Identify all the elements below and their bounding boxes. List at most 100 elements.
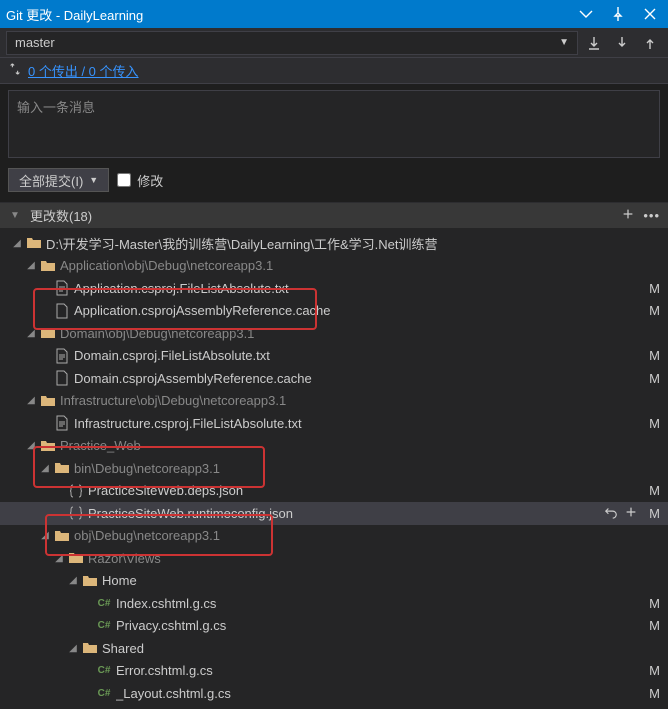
tree-item-label: obj\Debug\netcoreapp3.1 (74, 528, 642, 543)
commit-button-label: 全部提交(I) (19, 171, 83, 190)
branch-selector[interactable]: master ▼ (6, 31, 578, 55)
cs-file-icon: C# (96, 663, 112, 679)
tree-item-label: Home (102, 573, 642, 588)
json-file-icon (68, 505, 84, 521)
tree-file-row[interactable]: C# Privacy.cshtml.g.csM (0, 615, 668, 638)
tree-folder-row[interactable]: ◢ Shared (0, 637, 668, 660)
tree-file-row[interactable]: C# Index.cshtml.g.csM (0, 592, 668, 615)
tree-item-label: PracticeSiteWeb.runtimeconfig.json (88, 506, 604, 521)
tree-file-row[interactable]: C#_Layout.cshtml.g.csM (0, 682, 668, 705)
tree-expander[interactable]: ◢ (24, 394, 38, 408)
section-title: 更改数(18) (30, 206, 92, 225)
tree-folder-row[interactable]: ◢ Home (0, 570, 668, 593)
tree-expander[interactable]: ◢ (66, 641, 80, 655)
stage-icon[interactable] (624, 505, 638, 522)
tree-item-label: Privacy.cshtml.g.cs (116, 618, 642, 633)
file-status: M (642, 416, 660, 431)
tree-file-row[interactable]: Domain.csprojAssemblyReference.cacheM (0, 367, 668, 390)
tree-item-label: _Layout.cshtml.g.cs (116, 686, 642, 701)
sync-icon (8, 62, 22, 79)
section-expander[interactable]: ▼ (8, 209, 22, 223)
tree-file-row[interactable]: PracticeSiteWeb.runtimeconfig.jsonM (0, 502, 668, 525)
chevron-down-icon: ▼ (89, 175, 98, 185)
tree-item-label: Domain\obj\Debug\netcoreapp3.1 (60, 326, 642, 341)
more-icon[interactable]: ••• (643, 208, 660, 223)
folder-icon (82, 640, 98, 656)
tree-item-label: Domain.csprojAssemblyReference.cache (74, 371, 642, 386)
commit-bar: 全部提交(I) ▼ 修改 (0, 164, 668, 196)
file-status: M (642, 618, 660, 633)
tree-folder-row[interactable]: ◢ bin\Debug\netcoreapp3.1 (0, 457, 668, 480)
tree-item-label: Index.cshtml.g.cs (116, 596, 642, 611)
tree-expander[interactable]: ◢ (10, 236, 24, 250)
text-file-icon (54, 348, 70, 364)
tree-expander[interactable]: ◢ (24, 326, 38, 340)
branch-bar: master ▼ (0, 28, 668, 58)
tree-item-label: bin\Debug\netcoreapp3.1 (74, 461, 642, 476)
close-icon[interactable] (638, 2, 662, 26)
folder-icon (40, 438, 56, 454)
folder-icon (40, 393, 56, 409)
amend-checkbox-wrap[interactable]: 修改 (117, 171, 163, 190)
tree-item-label: Application\obj\Debug\netcoreapp3.1 (60, 258, 642, 273)
branch-name: master (15, 35, 55, 50)
text-file-icon (54, 280, 70, 296)
tree-folder-row[interactable]: ◢Razor\Views (0, 547, 668, 570)
tree-expander[interactable]: ◢ (24, 259, 38, 273)
folder-icon (82, 573, 98, 589)
json-file-icon (68, 483, 84, 499)
changes-tree: ◢ D:\开发学习-Master\我的训练营\DailyLearning\工作&学… (0, 228, 668, 709)
file-status: M (642, 483, 660, 498)
generic-file-icon (54, 303, 70, 319)
folder-icon (54, 460, 70, 476)
sync-bar: 0 个传出 / 0 个传入 (0, 58, 668, 84)
tree-file-row[interactable]: Application.csprojAssemblyReference.cach… (0, 300, 668, 323)
tree-expander[interactable]: ◢ (52, 551, 66, 565)
commit-message-input[interactable]: 输入一条消息 (8, 90, 660, 158)
file-status: M (642, 596, 660, 611)
tree-item-label: Domain.csproj.FileListAbsolute.txt (74, 348, 642, 363)
tree-item-label: Practice_Web (60, 438, 642, 453)
tree-expander[interactable]: ◢ (66, 574, 80, 588)
pull-icon[interactable] (610, 31, 634, 55)
amend-checkbox[interactable] (117, 173, 131, 187)
tree-folder-row[interactable]: ◢ Application\obj\Debug\netcoreapp3.1 (0, 255, 668, 278)
stage-all-icon[interactable] (621, 207, 635, 224)
tree-folder-row[interactable]: ◢ Practice_Web (0, 435, 668, 458)
cs-file-icon: C# (96, 595, 112, 611)
titlebar-title: Git 更改 - DailyLearning (6, 5, 143, 24)
amend-label: 修改 (137, 171, 163, 190)
cs-file-icon: C# (96, 618, 112, 634)
folder-icon (40, 325, 56, 341)
file-status: M (642, 281, 660, 296)
changes-section-header[interactable]: ▼ 更改数(18) ••• (0, 202, 668, 228)
tree-file-row[interactable]: Infrastructure.csproj.FileListAbsolute.t… (0, 412, 668, 435)
tree-folder-row[interactable]: ◢Infrastructure\obj\Debug\netcoreapp3.1 (0, 390, 668, 413)
pin-icon[interactable] (606, 2, 630, 26)
dropdown-icon[interactable] (574, 2, 598, 26)
tree-folder-row[interactable]: ◢ D:\开发学习-Master\我的训练营\DailyLearning\工作&学… (0, 232, 668, 255)
fetch-icon[interactable] (582, 31, 606, 55)
tree-file-row[interactable]: C#Error.cshtml.g.csM (0, 660, 668, 683)
tree-folder-row[interactable]: ◢ Domain\obj\Debug\netcoreapp3.1 (0, 322, 668, 345)
tree-file-row[interactable]: Application.csproj.FileListAbsolute.txtM (0, 277, 668, 300)
push-icon[interactable] (638, 31, 662, 55)
tree-expander[interactable]: ◢ (38, 529, 52, 543)
tree-file-row[interactable]: Domain.csproj.FileListAbsolute.txtM (0, 345, 668, 368)
commit-all-button[interactable]: 全部提交(I) ▼ (8, 168, 109, 192)
tree-expander[interactable]: ◢ (24, 439, 38, 453)
undo-icon[interactable] (604, 505, 618, 522)
file-status: M (642, 348, 660, 363)
tree-expander[interactable]: ◢ (38, 461, 52, 475)
tree-folder-row[interactable]: ◢ obj\Debug\netcoreapp3.1 (0, 525, 668, 548)
tree-item-label: Application.csproj.FileListAbsolute.txt (74, 281, 642, 296)
folder-icon (68, 550, 84, 566)
tree-item-label: Shared (102, 641, 642, 656)
folder-icon (40, 258, 56, 274)
sync-link[interactable]: 0 个传出 / 0 个传入 (28, 61, 139, 80)
tree-item-label: D:\开发学习-Master\我的训练营\DailyLearning\工作&学习… (46, 234, 642, 253)
chevron-down-icon: ▼ (559, 37, 569, 48)
tree-item-label: PracticeSiteWeb.deps.json (88, 483, 642, 498)
tree-file-row[interactable]: PracticeSiteWeb.deps.jsonM (0, 480, 668, 503)
title-text: Git 更改 - DailyLearning (6, 5, 143, 24)
